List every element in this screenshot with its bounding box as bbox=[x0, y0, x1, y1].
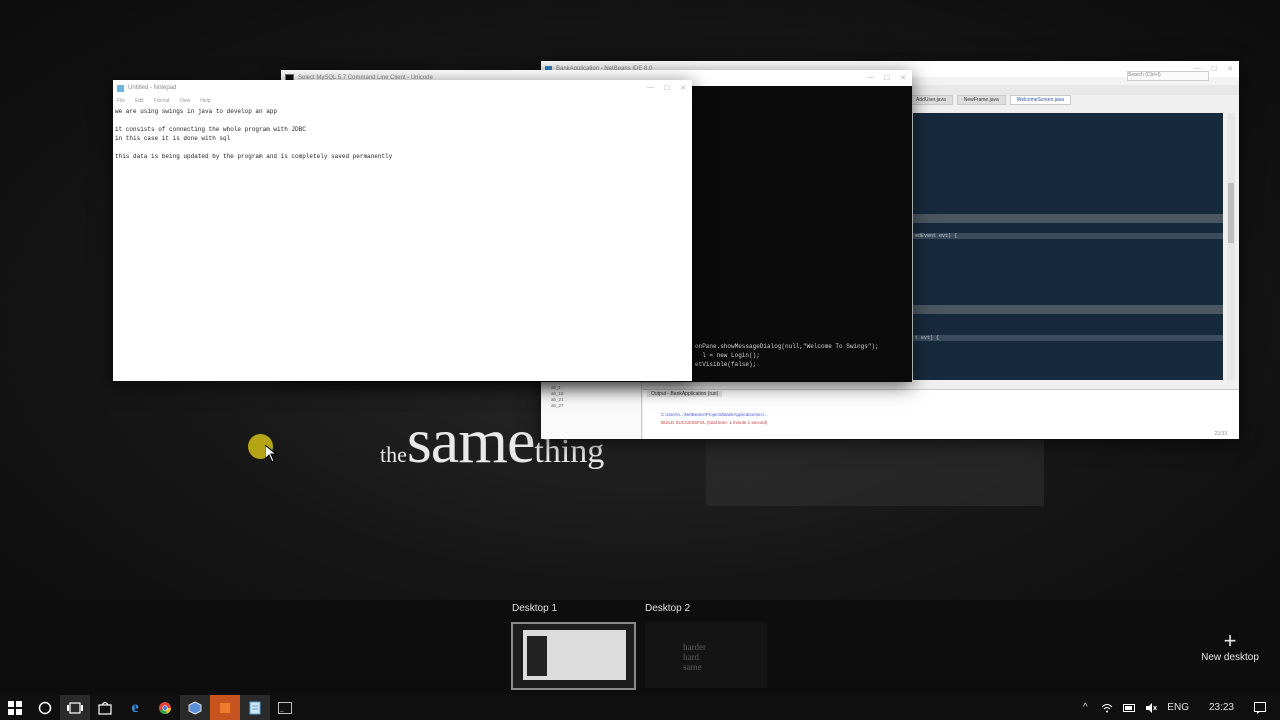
wifi-icon[interactable] bbox=[1101, 702, 1113, 714]
menu-edit[interactable]: Edit bbox=[135, 98, 144, 104]
store-icon[interactable] bbox=[90, 695, 120, 720]
desktop-1-thumbnail[interactable] bbox=[511, 622, 636, 690]
volume-muted-icon[interactable] bbox=[1145, 702, 1158, 714]
svg-text:_: _ bbox=[279, 706, 284, 713]
fold-band bbox=[913, 305, 1223, 314]
highlight-line bbox=[913, 335, 1223, 341]
notepad-window[interactable]: Untitled - Notepad — ☐ ✕ File Edit Format … bbox=[113, 80, 692, 381]
tree-item[interactable]: ab_27 bbox=[551, 403, 564, 409]
notepad-title: Untitled - Notepad bbox=[128, 85, 177, 91]
navigator-tree[interactable]: ab_1 ab_16 ab_21 ab_27 bbox=[551, 385, 564, 409]
scroll-thumb[interactable] bbox=[1228, 183, 1234, 243]
menu-help[interactable]: Help bbox=[200, 98, 210, 104]
edge-icon[interactable]: e bbox=[120, 695, 150, 720]
notepad-menubar[interactable]: File Edit Format View Help bbox=[113, 96, 692, 106]
virtualbox-icon[interactable] bbox=[180, 695, 210, 720]
notepad-icon bbox=[117, 84, 124, 92]
show-hidden-icons-icon[interactable]: ^ bbox=[1079, 702, 1091, 714]
close-icon: ✕ bbox=[1227, 66, 1233, 73]
notepad-text-area[interactable]: we are using swings in java to develop a… bbox=[115, 107, 685, 377]
task-view-icon[interactable] bbox=[60, 695, 90, 720]
notepad-taskbar-icon[interactable] bbox=[240, 695, 270, 720]
cmd-icon[interactable]: _ bbox=[270, 695, 300, 720]
status-bar-position: 23:33 bbox=[1214, 431, 1227, 437]
close-icon: ✕ bbox=[680, 85, 686, 92]
menu-format[interactable]: Format bbox=[154, 98, 170, 104]
maximize-icon: ☐ bbox=[1210, 66, 1218, 73]
desktop-2-label[interactable]: Desktop 2 bbox=[645, 603, 690, 614]
system-tray: ^ ENG 23:23 bbox=[1079, 701, 1280, 714]
desktop-1-label[interactable]: Desktop 1 bbox=[512, 603, 557, 614]
output-build-line: BUILD SUCCESSFUL (total time: 1 minute 1… bbox=[661, 420, 768, 425]
search-input[interactable]: Search (Ctrl+I) bbox=[1127, 71, 1209, 81]
code-line: edEvent evt) { bbox=[915, 233, 958, 239]
console-output: onPane.showMessageDialog(null,"Welcome T… bbox=[695, 342, 879, 369]
code-line: t evt) { bbox=[915, 335, 940, 341]
highlight-line bbox=[913, 233, 1223, 239]
minimize-icon: — bbox=[866, 74, 874, 81]
minimize-icon: — bbox=[646, 84, 654, 91]
fold-band bbox=[913, 214, 1223, 223]
desktop-2-preview-text: harder hard same bbox=[683, 642, 706, 672]
sublime-icon[interactable] bbox=[210, 695, 240, 720]
output-tab[interactable]: Output - BankApplication (run) bbox=[647, 391, 723, 397]
console-line: onPane.showMessageDialog(null,"Welcome T… bbox=[695, 343, 879, 350]
taskbar: e _ ^ ENG 23:23 bbox=[0, 695, 1280, 720]
output-link-line[interactable]: C:\Users\...\NetBeans\Projects\BankAppli… bbox=[661, 412, 768, 417]
output-panel[interactable]: Output - BankApplication (run) C:\Users\… bbox=[643, 389, 1239, 439]
maximize-icon: ☐ bbox=[883, 75, 891, 82]
window-controls[interactable]: — ☐ ✕ bbox=[867, 74, 906, 82]
chrome-icon[interactable] bbox=[150, 695, 180, 720]
console-line: etVisible(false); bbox=[695, 361, 757, 368]
new-desktop-button[interactable]: + New desktop bbox=[1200, 628, 1260, 664]
battery-icon[interactable] bbox=[1123, 702, 1136, 714]
cortana-icon[interactable] bbox=[30, 695, 60, 720]
new-desktop-label: New desktop bbox=[1201, 652, 1259, 663]
action-center-icon[interactable] bbox=[1254, 701, 1266, 714]
navigator-panel[interactable]: ab_1 ab_16 ab_21 ab_27 bbox=[541, 379, 642, 439]
blurred-window-preview bbox=[706, 440, 1044, 506]
console-line: l = new Login(); bbox=[695, 352, 760, 359]
language-indicator[interactable]: ENG bbox=[1167, 702, 1189, 713]
window-controls[interactable]: — ☐ ✕ bbox=[647, 84, 686, 92]
close-icon: ✕ bbox=[900, 75, 906, 82]
editor-scrollbar[interactable] bbox=[1227, 113, 1235, 380]
code-editor[interactable]: edEvent evt) { t evt) { bbox=[913, 113, 1223, 380]
maximize-icon: ☐ bbox=[663, 85, 671, 92]
menu-view[interactable]: View bbox=[180, 98, 191, 104]
tab-welcomescreen[interactable]: WelcomeScreen.java bbox=[1009, 95, 1071, 105]
editor-tabs[interactable]: AddUser.java NewFrame.java WelcomeScreen… bbox=[909, 95, 1239, 105]
desktop-1-preview bbox=[523, 630, 626, 680]
tab-newframe[interactable]: NewFrame.java bbox=[956, 95, 1006, 105]
desktop-2-thumbnail[interactable]: harder hard same bbox=[645, 622, 767, 688]
menu-file[interactable]: File bbox=[117, 98, 125, 104]
tab-adduser[interactable]: AddUser.java bbox=[909, 95, 953, 105]
clock[interactable]: 23:23 bbox=[1209, 702, 1234, 713]
plus-icon: + bbox=[1223, 628, 1237, 653]
notepad-titlebar[interactable]: Untitled - Notepad — ☐ ✕ bbox=[113, 80, 692, 96]
windows-start-icon[interactable] bbox=[0, 695, 30, 720]
